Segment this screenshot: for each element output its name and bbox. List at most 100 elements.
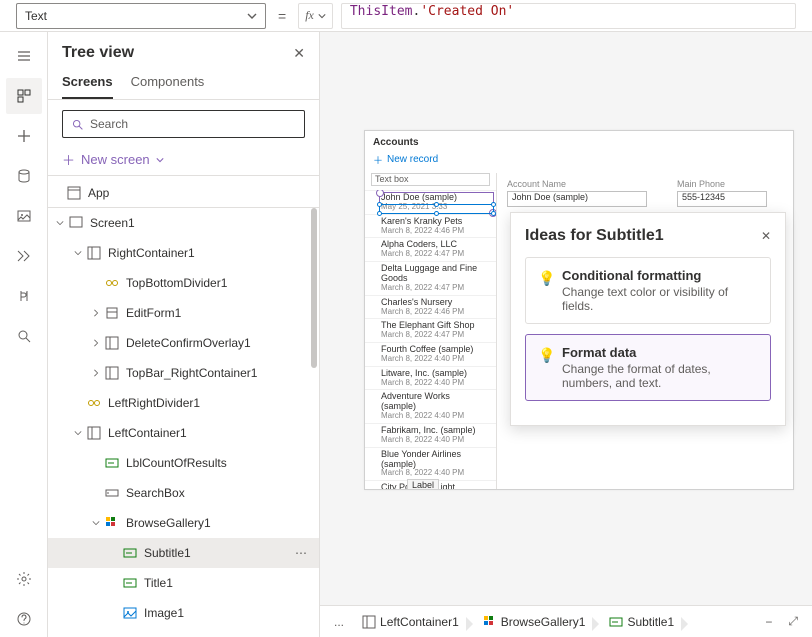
chevron-down-icon bbox=[247, 11, 257, 21]
list-item[interactable]: Karen's Kranky PetsMarch 8, 2022 4:46 PM bbox=[365, 214, 496, 238]
variables-icon[interactable] bbox=[6, 278, 42, 314]
more-icon[interactable]: ⋯ bbox=[295, 546, 309, 560]
list-item[interactable]: Delta Luggage and Fine GoodsMarch 8, 202… bbox=[365, 261, 496, 295]
tree-item-label: Image1 bbox=[144, 606, 184, 620]
tree-item[interactable]: RightContainer1 bbox=[48, 238, 319, 268]
close-icon[interactable]: ✕ bbox=[761, 229, 771, 243]
tree-panel: Tree view ✕ Screens Components Search ＋ … bbox=[48, 32, 320, 637]
insert-icon[interactable] bbox=[6, 118, 42, 154]
tree-item[interactable]: Image1 bbox=[48, 598, 319, 628]
idea-card[interactable]: 💡Format dataChange the format of dates, … bbox=[525, 334, 771, 401]
row-subtitle: March 8, 2022 4:47 PM bbox=[381, 284, 480, 293]
tree-item-label: Title1 bbox=[144, 576, 173, 590]
breadcrumb-label: BrowseGallery1 bbox=[501, 615, 586, 629]
row-subtitle: March 8, 2022 4:40 PM bbox=[381, 379, 480, 388]
media-icon[interactable] bbox=[6, 198, 42, 234]
list-item[interactable]: Charles's NurseryMarch 8, 2022 4:46 PM bbox=[365, 295, 496, 319]
minus-icon[interactable]: − bbox=[759, 615, 778, 629]
search-icon[interactable] bbox=[6, 318, 42, 354]
tab-components[interactable]: Components bbox=[131, 68, 205, 99]
list-item[interactable]: Blue Yonder Airlines (sample)March 8, 20… bbox=[365, 447, 496, 481]
settings-icon[interactable] bbox=[6, 561, 42, 597]
chevron-down-icon[interactable] bbox=[72, 249, 84, 257]
tree-item[interactable]: LeftContainer1 bbox=[48, 418, 319, 448]
new-screen-button[interactable]: ＋ New screen bbox=[48, 144, 319, 176]
tree-item-label: LeftRightDivider1 bbox=[108, 396, 200, 410]
container-icon bbox=[86, 425, 102, 441]
data-icon[interactable] bbox=[6, 158, 42, 194]
power-automate-icon[interactable] bbox=[6, 238, 42, 274]
tree-item-label: LeftContainer1 bbox=[108, 426, 187, 440]
tree-item[interactable]: TopBottomDivider1 bbox=[48, 268, 319, 298]
tree-item[interactable]: SearchBox bbox=[48, 478, 319, 508]
tree-item-label: SearchBox bbox=[126, 486, 185, 500]
tree-item[interactable]: DeleteConfirmOverlay1 bbox=[48, 328, 319, 358]
row-title: Blue Yonder Airlines (sample) bbox=[381, 450, 480, 470]
idea-title: Format data bbox=[562, 345, 758, 360]
fx-dropdown[interactable]: fx bbox=[298, 3, 333, 29]
main-phone-input[interactable]: 555-12345 bbox=[677, 191, 767, 207]
tree-search[interactable]: Search bbox=[62, 110, 305, 138]
scrollbar-thumb[interactable] bbox=[311, 208, 317, 368]
help-icon[interactable] bbox=[6, 601, 42, 637]
list-item[interactable]: The Elephant Gift ShopMarch 8, 2022 4:47… bbox=[365, 318, 496, 342]
chevron-right-icon[interactable] bbox=[90, 369, 102, 377]
list-item[interactable]: Fabrikam, Inc. (sample)March 8, 2022 4:4… bbox=[365, 423, 496, 447]
close-icon[interactable]: ✕ bbox=[293, 45, 305, 62]
chevron-right-icon[interactable] bbox=[90, 309, 102, 317]
divider-icon bbox=[104, 275, 120, 291]
hamburger-icon[interactable] bbox=[6, 38, 42, 74]
formula-token: 'Created On' bbox=[420, 4, 514, 19]
screen-icon bbox=[68, 215, 84, 231]
tree-item[interactable]: EditForm1 bbox=[48, 298, 319, 328]
tab-screens[interactable]: Screens bbox=[62, 68, 113, 99]
tree-item-label: RightContainer1 bbox=[108, 246, 195, 260]
tree-item[interactable]: TopBar_RightContainer1 bbox=[48, 358, 319, 388]
tree-item-label: App bbox=[88, 186, 109, 200]
ideas-title: Ideas for Subtitle1 bbox=[525, 227, 664, 245]
formula-input[interactable]: ThisItem.'Created On' bbox=[341, 3, 796, 29]
tree-item[interactable]: BrowseGallery1 bbox=[48, 508, 319, 538]
chevron-down-icon[interactable] bbox=[90, 519, 102, 527]
tree-item-app[interactable]: App bbox=[48, 178, 319, 208]
formula-bar: Text = fx ThisItem.'Created On' bbox=[0, 0, 812, 32]
field-label: Account Name bbox=[507, 179, 647, 189]
chevron-right-icon[interactable] bbox=[90, 339, 102, 347]
breadcrumb-item[interactable]: Subtitle1 bbox=[601, 613, 682, 631]
form-icon bbox=[104, 305, 120, 321]
breadcrumb-more[interactable]: ... bbox=[328, 615, 350, 629]
gallery-icon bbox=[104, 515, 120, 531]
list-item[interactable]: Fourth Coffee (sample)March 8, 2022 4:40… bbox=[365, 342, 496, 366]
list-item[interactable]: Litware, Inc. (sample)March 8, 2022 4:40… bbox=[365, 366, 496, 390]
tree-item[interactable]: LeftRightDivider1 bbox=[48, 388, 319, 418]
tree-item[interactable]: Title1 bbox=[48, 568, 319, 598]
idea-card[interactable]: 💡Conditional formattingChange text color… bbox=[525, 257, 771, 324]
list-item[interactable]: Alpha Coders, LLCMarch 8, 2022 4:47 PM bbox=[365, 237, 496, 261]
preview-header: Accounts bbox=[365, 131, 793, 150]
tree-view-icon[interactable] bbox=[6, 78, 42, 114]
tree-item[interactable]: Screen1 bbox=[48, 208, 319, 238]
equals-sign: = bbox=[274, 8, 290, 24]
left-rail bbox=[0, 32, 48, 637]
chevron-down-icon[interactable] bbox=[54, 219, 66, 227]
idea-desc: Change the format of dates, numbers, and… bbox=[562, 362, 758, 390]
row-title: Delta Luggage and Fine Goods bbox=[381, 264, 480, 284]
list-item[interactable]: Adventure Works (sample)March 8, 2022 4:… bbox=[365, 389, 496, 423]
account-name-input[interactable]: John Doe (sample) bbox=[507, 191, 647, 207]
label-icon bbox=[104, 455, 120, 471]
new-record-label: New record bbox=[387, 154, 438, 165]
new-record-button[interactable]: ＋New record bbox=[365, 150, 793, 173]
tree-item-label: EditForm1 bbox=[126, 306, 181, 320]
list-item[interactable]: John Doe (sample)May 25, 2021 3:33 bbox=[365, 190, 496, 214]
tree-item[interactable]: Subtitle1⋯ bbox=[48, 538, 319, 568]
tree-item[interactable]: LblCountOfResults bbox=[48, 448, 319, 478]
preview-textbox[interactable]: Text box bbox=[371, 173, 490, 186]
container-icon bbox=[104, 335, 120, 351]
breadcrumb-item[interactable]: LeftContainer1 bbox=[354, 613, 467, 631]
tree-item-label: BrowseGallery1 bbox=[126, 516, 211, 530]
plus-icon: ＋ bbox=[62, 150, 75, 169]
chevron-down-icon[interactable] bbox=[72, 429, 84, 437]
breadcrumb-item[interactable]: BrowseGallery1 bbox=[475, 613, 594, 631]
collapse-icon[interactable]: ⤢ bbox=[782, 614, 804, 629]
property-dropdown[interactable]: Text bbox=[16, 3, 266, 29]
